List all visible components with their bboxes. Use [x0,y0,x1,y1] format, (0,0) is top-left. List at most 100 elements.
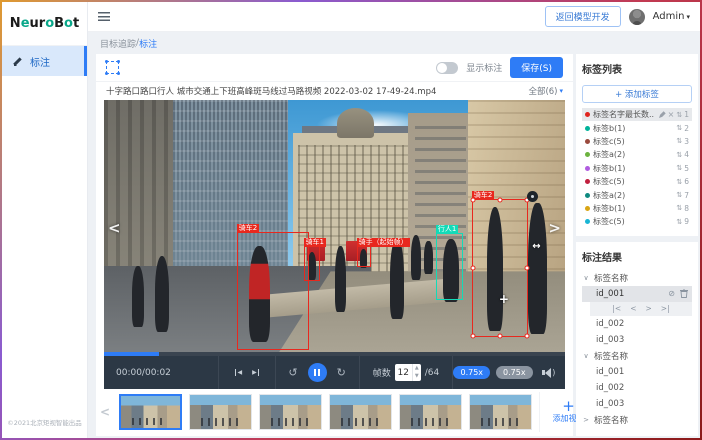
label-order: 1 [684,110,689,119]
next-video-arrow[interactable]: > [548,221,561,236]
avatar[interactable] [629,9,645,25]
sort-icon[interactable]: ⇅ [676,178,682,186]
frame-stepper[interactable]: ▲▼ [412,364,421,381]
video-canvas[interactable]: 骑车2骑车1骑手（起始帧）行人1骑车2↔+ < > [104,100,565,352]
label-row[interactable]: 标签c(5)⇅6 [582,175,692,188]
edit-icon[interactable] [658,111,666,119]
result-item[interactable]: id_002 [582,380,692,396]
last-page-icon[interactable]: >| [661,304,670,313]
result-group-header[interactable]: ∨标签名称 [582,348,692,364]
frame-pagination: |< < > >| [590,302,692,316]
filter-dropdown[interactable]: 全部(6) ▾ [528,85,563,97]
result-item[interactable]: id_002 [582,316,692,332]
sort-icon[interactable]: ⇅ [676,124,682,132]
result-item[interactable]: id_003 [582,396,692,412]
result-item[interactable]: id_001 ⊘ [582,286,692,302]
step-down-icon[interactable]: ▼ [413,373,421,382]
sidebar: NeuroBot 标注 ©2021北京矩视智能出品 [2,2,88,438]
result-item-id: id_003 [596,335,624,345]
label-row[interactable]: 标签名字最长数...×⇅1 [582,108,692,121]
chevron-down-icon: ▾ [559,87,563,95]
first-page-icon[interactable]: |< [612,304,621,313]
resize-handle[interactable] [471,198,476,203]
plus-icon: + [562,399,575,413]
resize-handle[interactable] [524,266,529,271]
video-thumbnail[interactable] [469,394,532,430]
prev-page-icon[interactable]: < [630,304,636,313]
sidebar-item-label: 标注 [30,54,50,69]
video-thumbnail[interactable] [399,394,462,430]
breadcrumb-parent[interactable]: 目标追踪 [100,37,136,50]
resize-handle[interactable] [497,334,502,339]
resize-handle[interactable] [471,266,476,271]
label-row[interactable]: 标签b(1)⇅8 [582,202,692,215]
result-item-id: id_001 [596,289,624,299]
label-color-dot [585,112,590,117]
back-to-model-dev-button[interactable]: 返回模型开发 [545,6,621,27]
resize-handle[interactable] [497,198,502,203]
thumbs-prev-arrow[interactable]: < [98,405,112,419]
sidebar-item-annotate[interactable]: 标注 [2,46,87,76]
result-group-header[interactable]: >标签名称 [582,412,692,428]
sort-icon[interactable]: ⇅ [676,151,682,159]
frame-number-input[interactable]: 12 ▲▼ [395,364,421,381]
prev-frame-button[interactable]: ◀ [235,369,242,376]
trash-icon[interactable] [680,289,688,298]
sort-icon[interactable]: ⇅ [676,164,682,172]
sort-icon[interactable]: ⇅ [676,111,682,119]
annotation-bbox[interactable]: 行人1 [436,233,463,300]
delete-label-icon[interactable]: × [668,110,675,119]
annotation-bbox-selected[interactable]: 骑车2↔+ [472,199,527,337]
speed-button-secondary[interactable]: 0.75x [496,366,533,379]
result-group-header[interactable]: ∨标签名称 [582,270,692,286]
sort-icon[interactable]: ⇅ [676,191,682,199]
label-name: 标签b(1) [593,203,673,214]
show-annotations-toggle[interactable] [436,62,458,74]
label-row[interactable]: 标签c(5)⇅9 [582,215,692,228]
video-progress-bar[interactable] [104,352,565,356]
label-row[interactable]: 标签c(5)⇅3 [582,135,692,148]
hide-annotation-icon[interactable]: ⊘ [668,289,675,298]
next-frame-button[interactable]: ▶ [252,369,259,376]
annotation-bbox[interactable]: 骑车2 [237,232,309,350]
prev-video-arrow[interactable]: < [108,221,121,236]
annotation-bbox[interactable]: 骑手（起始帧） [357,246,371,267]
sort-icon[interactable]: ⇅ [676,204,682,212]
forward-10-icon[interactable]: ↻ [337,366,346,379]
label-row[interactable]: 标签b(1)⇅2 [582,121,692,134]
menu-fold-icon[interactable] [98,12,110,21]
label-row[interactable]: 标签b(1)⇅5 [582,162,692,175]
user-menu[interactable]: Admin ▾ [653,11,690,22]
label-color-dot [585,179,590,184]
sort-icon[interactable]: ⇅ [676,218,682,226]
resize-handle[interactable] [471,334,476,339]
thumbnail-strip: < + 添加视频 > [96,389,573,436]
sort-icon[interactable]: ⇅ [676,137,682,145]
volume-icon[interactable]: ) [542,368,555,378]
rewind-10-icon[interactable]: ↺ [288,366,297,379]
label-row[interactable]: 标签a(2)⇅4 [582,148,692,161]
pause-button[interactable] [308,363,327,382]
video-thumbnail[interactable] [189,394,252,430]
label-name: 标签c(5) [593,176,673,187]
video-thumbnail[interactable] [329,394,392,430]
pedestrian-figure [411,235,421,280]
label-name: 标签c(5) [593,216,673,227]
annotation-bbox[interactable]: 骑车1 [304,246,320,281]
video-thumbnail[interactable] [259,394,322,430]
frame-total: /64 [425,368,439,378]
speed-button-active[interactable]: 0.75x [453,366,490,379]
bbox-label: 骑车2 [237,224,259,233]
label-row[interactable]: 标签a(2)⇅7 [582,188,692,201]
bbox-action-button[interactable] [527,191,538,202]
result-item-id: id_001 [596,367,624,377]
step-up-icon[interactable]: ▲ [413,364,421,373]
resize-handle[interactable] [524,334,529,339]
result-item[interactable]: id_001 [582,364,692,380]
video-thumbnail[interactable] [119,394,182,430]
add-label-button[interactable]: + 添加标签 [582,85,692,103]
next-page-icon[interactable]: > [646,304,652,313]
rect-select-tool-icon[interactable] [106,61,119,74]
result-item[interactable]: id_003 [582,332,692,348]
save-button[interactable]: 保存(S) [510,57,563,78]
